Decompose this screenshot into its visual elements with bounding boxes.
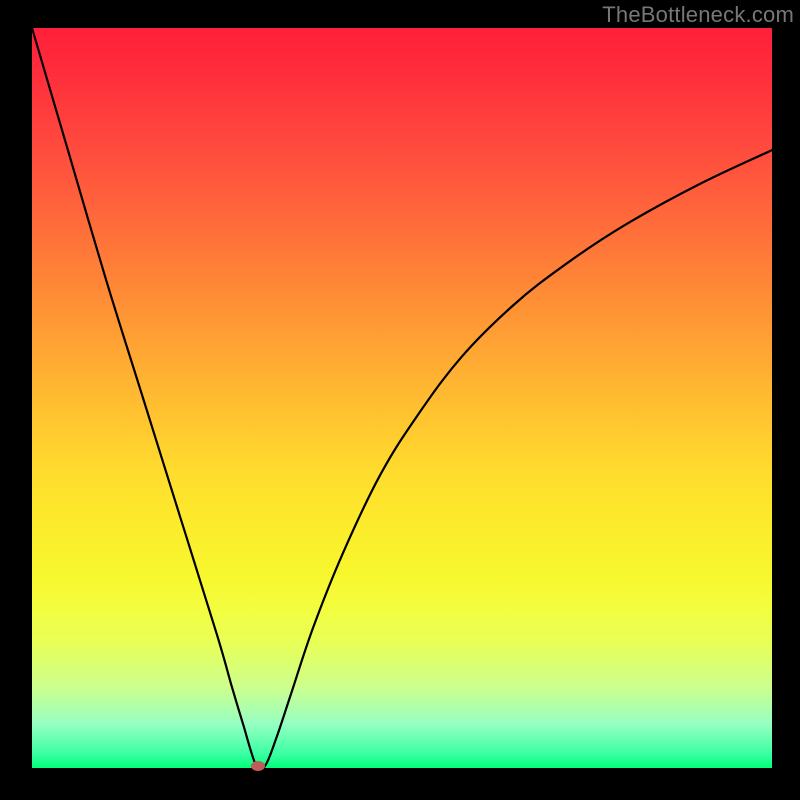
- curve-path: [32, 28, 772, 768]
- minimum-marker: [251, 761, 265, 771]
- chart-frame: TheBottleneck.com: [0, 0, 800, 800]
- plot-area: [32, 28, 772, 768]
- watermark-text: TheBottleneck.com: [602, 2, 794, 28]
